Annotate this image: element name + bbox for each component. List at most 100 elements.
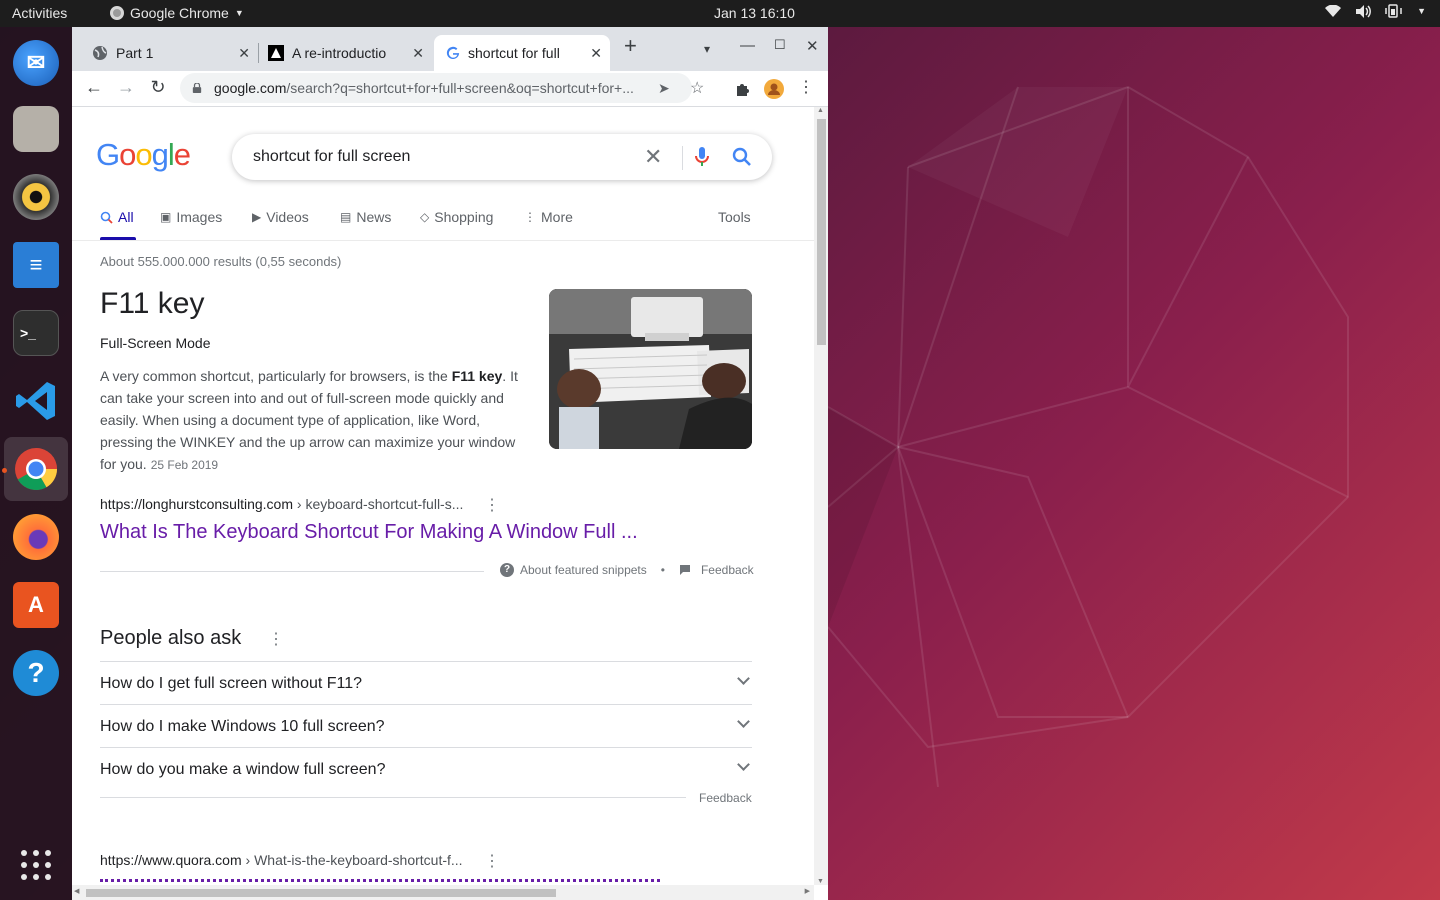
extensions-icon[interactable] — [734, 81, 750, 97]
paa-question[interactable]: How do I make Windows 10 full screen? — [100, 704, 752, 747]
terminal-icon: >_ — [13, 310, 59, 356]
snippet-bold-text: F11 key — [451, 368, 503, 384]
tab-label: A re-introductio — [292, 45, 387, 61]
featured-snippet-image[interactable] — [549, 289, 752, 449]
more-vert-icon[interactable]: ⋮ — [268, 629, 284, 649]
horizontal-scrollbar[interactable]: ◀ ▶ — [72, 885, 814, 900]
search-box[interactable]: shortcut for full screen ✕ — [232, 134, 772, 180]
feedback-icon — [679, 565, 690, 575]
paa-divider — [100, 797, 686, 798]
url-domain: google.com — [214, 80, 287, 96]
tab-shopping[interactable]: ◇ Shopping — [420, 209, 493, 225]
search-icon — [100, 211, 113, 224]
volume-icon — [1356, 4, 1372, 18]
image-icon: ▣ — [160, 210, 172, 224]
about-featured-snippets-link[interactable]: About featured snippets — [520, 563, 647, 577]
close-window-button[interactable]: ✕ — [806, 37, 819, 55]
snippet-footer: ? About featured snippets • Feedback — [500, 563, 754, 577]
dock-files[interactable] — [4, 97, 68, 161]
scrollbar-thumb[interactable] — [86, 889, 556, 897]
close-tab-icon[interactable]: ✕ — [238, 45, 250, 62]
mdn-icon — [268, 45, 284, 61]
tab-news[interactable]: ▤ News — [340, 209, 391, 225]
featured-snippet-subtitle: Full-Screen Mode — [100, 335, 211, 351]
caret-down-icon: ▼ — [1417, 6, 1426, 16]
snippet-divider — [100, 571, 484, 572]
back-button[interactable]: ← — [82, 77, 106, 98]
dock-terminal[interactable]: >_ — [4, 301, 68, 365]
lock-icon[interactable] — [192, 83, 202, 93]
scroll-up-icon[interactable]: ▲ — [817, 107, 824, 114]
dock-vscode[interactable] — [4, 369, 68, 433]
paa-feedback-link[interactable]: Feedback — [699, 791, 752, 805]
profile-avatar[interactable] — [764, 79, 784, 99]
activities-button[interactable]: Activities — [12, 5, 67, 21]
featured-source-cite[interactable]: https://longhurstconsulting.com › keyboa… — [100, 496, 463, 512]
dock-software[interactable]: A — [4, 573, 68, 637]
chrome-menu-icon[interactable]: ⋮ — [794, 77, 818, 97]
dock-writer[interactable]: ≡ — [4, 233, 68, 297]
scroll-right-icon[interactable]: ▶ — [805, 887, 810, 895]
paa-question[interactable]: How do I get full screen without F11? — [100, 661, 752, 704]
paa-question[interactable]: How do you make a window full screen? — [100, 747, 752, 790]
tab-reintroduction[interactable]: A re-introductio ✕ — [258, 35, 432, 71]
result-menu-icon[interactable]: ⋮ — [484, 851, 500, 871]
tab-strip: Part 1 ✕ A re-introductio ✕ shortcut for… — [72, 27, 828, 71]
browser-toolbar: ← → ↻ google.com/search?q=shortcut+for+f… — [72, 71, 828, 107]
search-icon[interactable] — [732, 147, 752, 167]
maximize-button[interactable]: ☐ — [774, 37, 786, 53]
dock-thunderbird[interactable]: ✉ — [4, 31, 68, 95]
feedback-link[interactable]: Feedback — [701, 563, 754, 577]
cite-host: https://www.quora.com — [100, 852, 242, 868]
tab-all[interactable]: All — [100, 209, 134, 225]
tab-label: Part 1 — [116, 45, 154, 61]
search-input[interactable]: shortcut for full screen — [253, 148, 410, 166]
featured-source-link[interactable]: What Is The Keyboard Shortcut For Making… — [100, 521, 638, 544]
scroll-left-icon[interactable]: ◀ — [74, 887, 79, 895]
chevron-down-icon — [737, 758, 750, 771]
system-menu[interactable]: ▼ — [1325, 4, 1426, 18]
microphone-icon[interactable] — [694, 146, 710, 168]
result-menu-icon[interactable]: ⋮ — [484, 495, 500, 515]
scroll-down-icon[interactable]: ▼ — [817, 878, 824, 885]
rhythmbox-icon — [13, 174, 59, 220]
close-tab-icon[interactable]: ✕ — [590, 45, 602, 62]
chrome-icon — [110, 6, 124, 20]
dock-rhythmbox[interactable] — [4, 165, 68, 229]
dock-chrome[interactable] — [4, 437, 68, 501]
tab-search-icon[interactable]: ▾ — [704, 42, 710, 56]
tab-videos[interactable]: ▶ Videos — [252, 209, 309, 225]
chevron-down-icon — [737, 715, 750, 728]
tab-part-1[interactable]: Part 1 ✕ — [82, 35, 258, 71]
tab-label: More — [541, 209, 573, 225]
google-logo[interactable]: Google — [96, 137, 191, 173]
forward-button[interactable]: → — [114, 77, 138, 98]
keyboard-photo — [549, 289, 752, 449]
software-icon: A — [13, 582, 59, 628]
dock-help[interactable]: ? — [4, 641, 68, 705]
send-icon[interactable]: ➤ — [658, 80, 670, 97]
scrollbar-thumb[interactable] — [817, 119, 826, 345]
clock[interactable]: Jan 13 16:10 — [714, 5, 795, 21]
tools-button[interactable]: Tools — [718, 209, 751, 225]
reload-button[interactable]: ↻ — [146, 77, 170, 98]
minimize-button[interactable]: — — [740, 37, 755, 54]
writer-icon: ≡ — [13, 242, 59, 288]
tab-images[interactable]: ▣ Images — [160, 209, 222, 225]
tab-google-search[interactable]: shortcut for full ✕ — [434, 35, 610, 71]
result-cite[interactable]: https://www.quora.com › What-is-the-keyb… — [100, 852, 463, 868]
result-stats: About 555.000.000 results (0,55 seconds) — [100, 254, 342, 269]
new-tab-button[interactable]: + — [624, 33, 637, 59]
app-menu[interactable]: Google Chrome ▼ — [110, 5, 244, 21]
close-tab-icon[interactable]: ✕ — [412, 45, 424, 62]
show-applications[interactable] — [4, 833, 68, 897]
dock-firefox[interactable] — [4, 505, 68, 569]
tab-more[interactable]: ⋮ More — [524, 209, 573, 225]
address-bar[interactable]: google.com/search?q=shortcut+for+full+sc… — [180, 73, 704, 103]
clear-search-icon[interactable]: ✕ — [644, 144, 662, 170]
bookmark-star-icon[interactable]: ☆ — [690, 78, 704, 98]
vertical-scrollbar[interactable]: ▲ ▼ — [814, 107, 828, 885]
vscode-icon — [16, 382, 55, 420]
url-path: /search?q=shortcut+for+full+screen&oq=sh… — [286, 80, 634, 96]
caret-down-icon: ▼ — [234, 8, 244, 18]
